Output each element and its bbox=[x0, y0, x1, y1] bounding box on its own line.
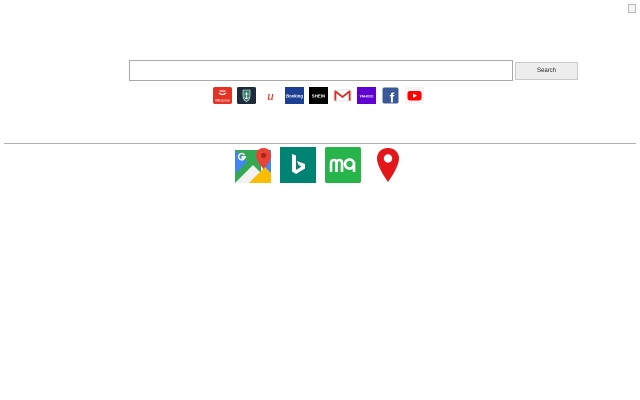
maps-me-icon bbox=[325, 147, 361, 183]
facebook-icon: f bbox=[382, 87, 399, 105]
u-logo-label: u bbox=[267, 88, 274, 103]
shortcut-booking[interactable]: Booking bbox=[285, 87, 304, 104]
yahoo-label: YAHOO! bbox=[359, 95, 373, 99]
u-logo-icon: u bbox=[261, 87, 280, 104]
search-input[interactable] bbox=[129, 60, 513, 81]
google-maps-icon bbox=[235, 148, 271, 183]
app-maps-me[interactable] bbox=[325, 147, 361, 183]
search-button[interactable]: Search bbox=[515, 62, 578, 80]
yahoo-icon: YAHOO! bbox=[357, 87, 376, 104]
shortcut-yahoo[interactable]: YAHOO! bbox=[357, 87, 376, 104]
map-pin-icon bbox=[377, 148, 399, 182]
facebook-label: f bbox=[390, 90, 395, 105]
youtube-icon bbox=[405, 87, 424, 104]
gmail-icon bbox=[333, 89, 352, 102]
bing-icon bbox=[280, 147, 316, 183]
booking-icon: Booking bbox=[285, 87, 304, 104]
shortcut-youtube[interactable] bbox=[405, 87, 424, 104]
shortcut-facebook[interactable]: f bbox=[381, 87, 400, 104]
shein-icon: SHEIN bbox=[309, 87, 328, 104]
aliexpress-label: AliExpress bbox=[215, 99, 230, 103]
divider bbox=[4, 143, 636, 144]
shortcut-bar: AliExpress u Booking SHEIN YAHOO! f bbox=[213, 87, 424, 104]
aliexpress-icon: AliExpress bbox=[213, 87, 232, 104]
shein-label: SHEIN bbox=[312, 94, 325, 99]
shortcut-shein[interactable]: SHEIN bbox=[309, 87, 328, 104]
anchor-shield-icon bbox=[237, 87, 256, 104]
app-tiles bbox=[235, 147, 406, 183]
app-bing[interactable] bbox=[280, 147, 316, 183]
booking-label: Booking bbox=[286, 94, 303, 99]
broken-image-icon bbox=[628, 4, 636, 13]
app-google-maps[interactable] bbox=[235, 147, 271, 183]
app-location-pin[interactable] bbox=[370, 147, 406, 183]
shortcut-u[interactable]: u bbox=[261, 87, 280, 104]
shortcut-aliexpress[interactable]: AliExpress bbox=[213, 87, 232, 104]
shortcut-gmail[interactable] bbox=[333, 87, 352, 104]
shortcut-anchor[interactable] bbox=[237, 87, 256, 104]
new-tab-page: Search AliExpress u Booking SHEIN YAHOO!… bbox=[0, 0, 640, 400]
